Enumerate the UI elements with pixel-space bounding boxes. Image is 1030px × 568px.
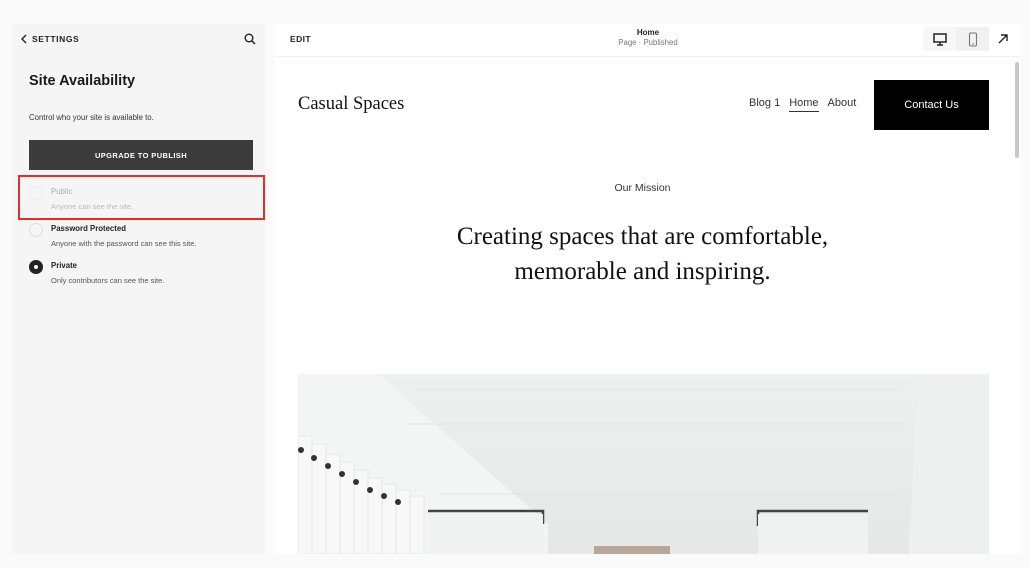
mobile-view-button[interactable]: [956, 27, 989, 51]
site-canvas: Casual Spaces Blog 1 Home About Contact …: [275, 58, 1010, 554]
scrollbar-thumb[interactable]: [1015, 62, 1019, 158]
option-sublabel: Anyone can see the site.: [51, 202, 134, 211]
preview-scrollbar[interactable]: [1013, 58, 1021, 554]
radio-password-protected[interactable]: [29, 223, 43, 237]
mission-heading: Creating spaces that are comfortable, me…: [456, 223, 829, 285]
edit-button[interactable]: EDIT: [290, 34, 311, 44]
availability-option-password[interactable]: Password Protected Anyone with the passw…: [28, 221, 254, 255]
settings-sidebar: SETTINGS Site Availability Control who y…: [12, 24, 265, 554]
panel-title: Site Availability: [29, 73, 136, 89]
site-preview-panel: EDIT Home Page · Published Casual Spaces…: [275, 24, 1021, 554]
mission-label: Our Mission: [614, 182, 671, 194]
nav-link-about[interactable]: About: [828, 97, 857, 112]
mobile-icon: [968, 31, 977, 47]
option-label: Password Protected: [51, 224, 126, 233]
nav-link-blog[interactable]: Blog 1: [749, 97, 780, 112]
availability-option-public[interactable]: Public Anyone can see the site.: [28, 184, 254, 218]
arrow-up-right-icon: [998, 34, 1008, 44]
radio-public[interactable]: [29, 186, 43, 200]
panel-description: Control who your site is available to.: [29, 113, 154, 122]
sidebar-header: SETTINGS: [20, 32, 257, 46]
search-icon: [244, 33, 256, 45]
site-logo[interactable]: Casual Spaces: [298, 94, 404, 115]
radio-private[interactable]: [29, 260, 43, 274]
desktop-icon: [932, 32, 947, 46]
room-photo-illustration: [298, 374, 989, 554]
site-nav: Blog 1 Home About: [749, 97, 856, 112]
preview-toolbar: EDIT Home Page · Published: [275, 24, 1021, 57]
desktop-view-button[interactable]: [923, 27, 956, 51]
upgrade-to-publish-button[interactable]: UPGRADE TO PUBLISH: [29, 140, 253, 170]
back-label: SETTINGS: [32, 34, 80, 44]
option-label: Public: [51, 187, 73, 196]
page-info: Home Page · Published: [618, 28, 677, 47]
open-in-new-button[interactable]: [995, 31, 1011, 47]
page-status: Page · Published: [618, 38, 678, 47]
option-sublabel: Only contributors can see the site.: [51, 276, 165, 285]
contact-us-button[interactable]: Contact Us: [874, 80, 989, 130]
availability-option-private[interactable]: Private Only contributors can see the si…: [28, 258, 254, 292]
option-label: Private: [51, 261, 78, 270]
nav-link-home[interactable]: Home: [789, 97, 819, 112]
device-toggle: [923, 27, 989, 51]
search-button[interactable]: [243, 32, 257, 46]
option-sublabel: Anyone with the password can see this si…: [51, 239, 197, 248]
chevron-left-icon: [21, 34, 27, 44]
page-name: Home: [636, 28, 660, 37]
hero-image: [298, 374, 989, 554]
back-to-settings-button[interactable]: SETTINGS: [20, 34, 79, 44]
